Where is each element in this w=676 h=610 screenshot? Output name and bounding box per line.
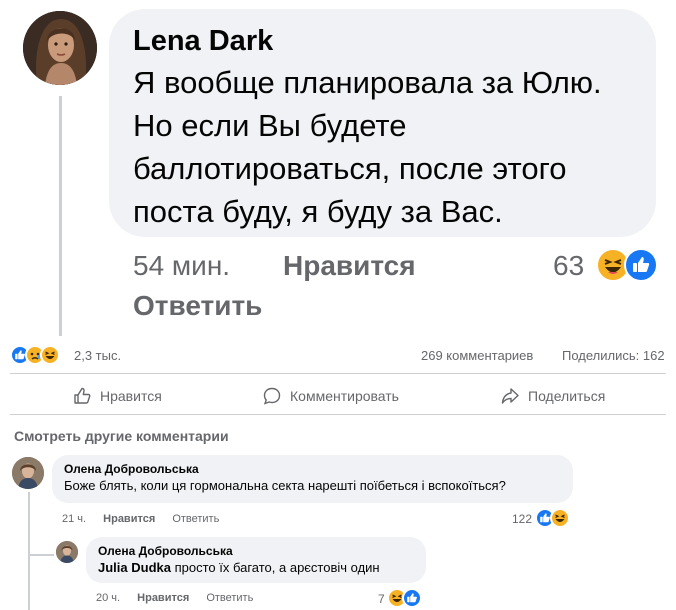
comment-text: Julia Dudka просто їх багато, а арєстові…	[98, 559, 414, 577]
action-bar: Нравится Комментировать Поделиться	[10, 381, 666, 411]
reaction-total[interactable]: 2,3 тыс.	[74, 348, 121, 363]
comment-time[interactable]: 54 мин.	[133, 250, 230, 281]
reaction-icons[interactable]	[596, 248, 658, 282]
reaction-count[interactable]: 7	[378, 592, 385, 606]
comment-button-label: Комментировать	[290, 388, 399, 404]
like-button-label: Нравится	[100, 388, 162, 404]
share-button[interactable]: Поделиться	[500, 381, 605, 411]
comment-bubble: Олена Добровольська Боже блять, коли ця …	[52, 455, 573, 503]
reaction-count[interactable]: 63	[553, 250, 584, 282]
haha-icon	[550, 508, 570, 528]
comment-text: Я вообще планировала за Юлю. Но если Вы …	[133, 65, 602, 229]
profile-photo	[23, 11, 97, 85]
like-icon	[402, 588, 422, 608]
thread-line	[59, 96, 62, 336]
comment-author[interactable]: Олена Добровольська	[98, 543, 414, 559]
comment-author[interactable]: Олена Добровольська	[64, 461, 561, 477]
post-summary: 2,3 тыс. 269 комментариев Поделились: 16…	[10, 344, 670, 366]
view-more-comments-link[interactable]: Смотреть другие комментарии	[14, 428, 229, 444]
comment-text: Боже блять, коли ця гормональна секта на…	[64, 478, 506, 493]
reaction-icons[interactable]	[387, 588, 427, 608]
avatar[interactable]	[23, 11, 97, 85]
avatar[interactable]	[56, 541, 78, 563]
comment-meta: 54 мин. Нравится	[133, 250, 416, 282]
share-button-label: Поделиться	[528, 388, 606, 404]
comment-body: просто їх багато, а арєстовіч один	[170, 560, 380, 575]
profile-photo	[12, 457, 44, 489]
profile-photo	[56, 541, 78, 563]
comment-meta: 20 ч. Нравится Ответить	[96, 592, 253, 604]
comment-icon	[263, 387, 281, 405]
reaction-icons[interactable]	[10, 344, 74, 366]
share-icon	[501, 388, 519, 404]
divider	[10, 414, 666, 415]
avatar[interactable]	[12, 457, 44, 489]
reply-link[interactable]: Ответить	[172, 513, 219, 525]
reaction-icons[interactable]	[535, 508, 575, 528]
thumbs-up-icon	[74, 387, 91, 404]
reaction-count[interactable]: 122	[512, 512, 532, 526]
thread-line	[28, 492, 30, 610]
reply-link[interactable]: Ответить	[133, 290, 262, 322]
comment-author[interactable]: Lena Dark	[133, 23, 634, 59]
like-button[interactable]: Нравится	[72, 381, 162, 411]
like-icon	[624, 248, 658, 282]
like-link[interactable]: Нравится	[283, 250, 416, 282]
comment-bubble: Lena Dark Я вообще планировала за Юлю. Н…	[109, 9, 656, 237]
comments-count[interactable]: 269 комментариев	[421, 348, 533, 363]
comment-time[interactable]: 20 ч.	[96, 592, 120, 604]
comment-time[interactable]: 21 ч.	[62, 513, 86, 525]
mention-link[interactable]: Julia Dudka	[98, 560, 171, 575]
like-link[interactable]: Нравится	[103, 513, 155, 525]
comment-meta: 21 ч. Нравится Ответить	[62, 513, 219, 525]
comment-button[interactable]: Комментировать	[262, 381, 399, 411]
divider	[10, 373, 666, 374]
comment-bubble: Олена Добровольська Julia Dudka просто ї…	[86, 537, 426, 583]
like-link[interactable]: Нравится	[137, 592, 189, 604]
shares-count[interactable]: Поделились: 162	[562, 348, 665, 363]
thread-line	[28, 554, 54, 556]
haha-icon	[40, 345, 60, 365]
reply-link[interactable]: Ответить	[206, 592, 253, 604]
